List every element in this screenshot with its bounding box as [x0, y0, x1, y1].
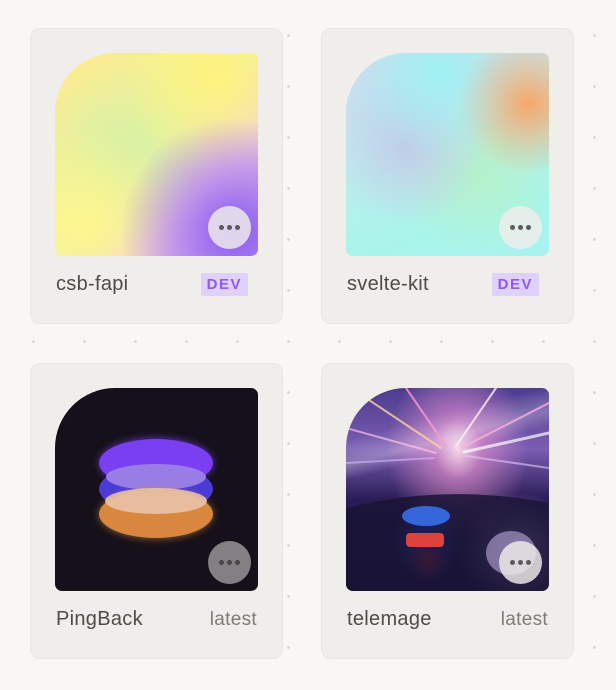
project-name[interactable]: telemage	[347, 608, 432, 631]
more-options-button[interactable]	[208, 541, 251, 584]
more-horizontal-icon	[219, 560, 224, 565]
project-thumbnail[interactable]	[55, 53, 258, 256]
version-tag: latest	[500, 609, 548, 630]
project-name[interactable]: csb-fapi	[56, 273, 128, 296]
project-thumbnail[interactable]	[346, 53, 549, 256]
environment-badge: DEV	[200, 273, 248, 296]
more-options-button[interactable]	[499, 206, 542, 249]
more-options-button[interactable]	[499, 541, 542, 584]
more-horizontal-icon	[219, 225, 224, 230]
project-name[interactable]: svelte-kit	[347, 273, 429, 296]
project-name[interactable]: PingBack	[56, 608, 143, 631]
project-card-pingback[interactable]: PingBack latest	[30, 363, 283, 659]
more-horizontal-icon	[510, 225, 515, 230]
more-horizontal-icon	[510, 560, 515, 565]
project-card-csb-fapi[interactable]: csb-fapi DEV	[30, 28, 283, 324]
version-tag: latest	[209, 609, 257, 630]
project-thumbnail[interactable]	[346, 388, 549, 591]
environment-badge: DEV	[491, 273, 539, 296]
project-thumbnail[interactable]	[55, 388, 258, 591]
project-card-svelte-kit[interactable]: svelte-kit DEV	[321, 28, 574, 324]
project-card-telemage[interactable]: telemage latest	[321, 363, 574, 659]
more-options-button[interactable]	[208, 206, 251, 249]
